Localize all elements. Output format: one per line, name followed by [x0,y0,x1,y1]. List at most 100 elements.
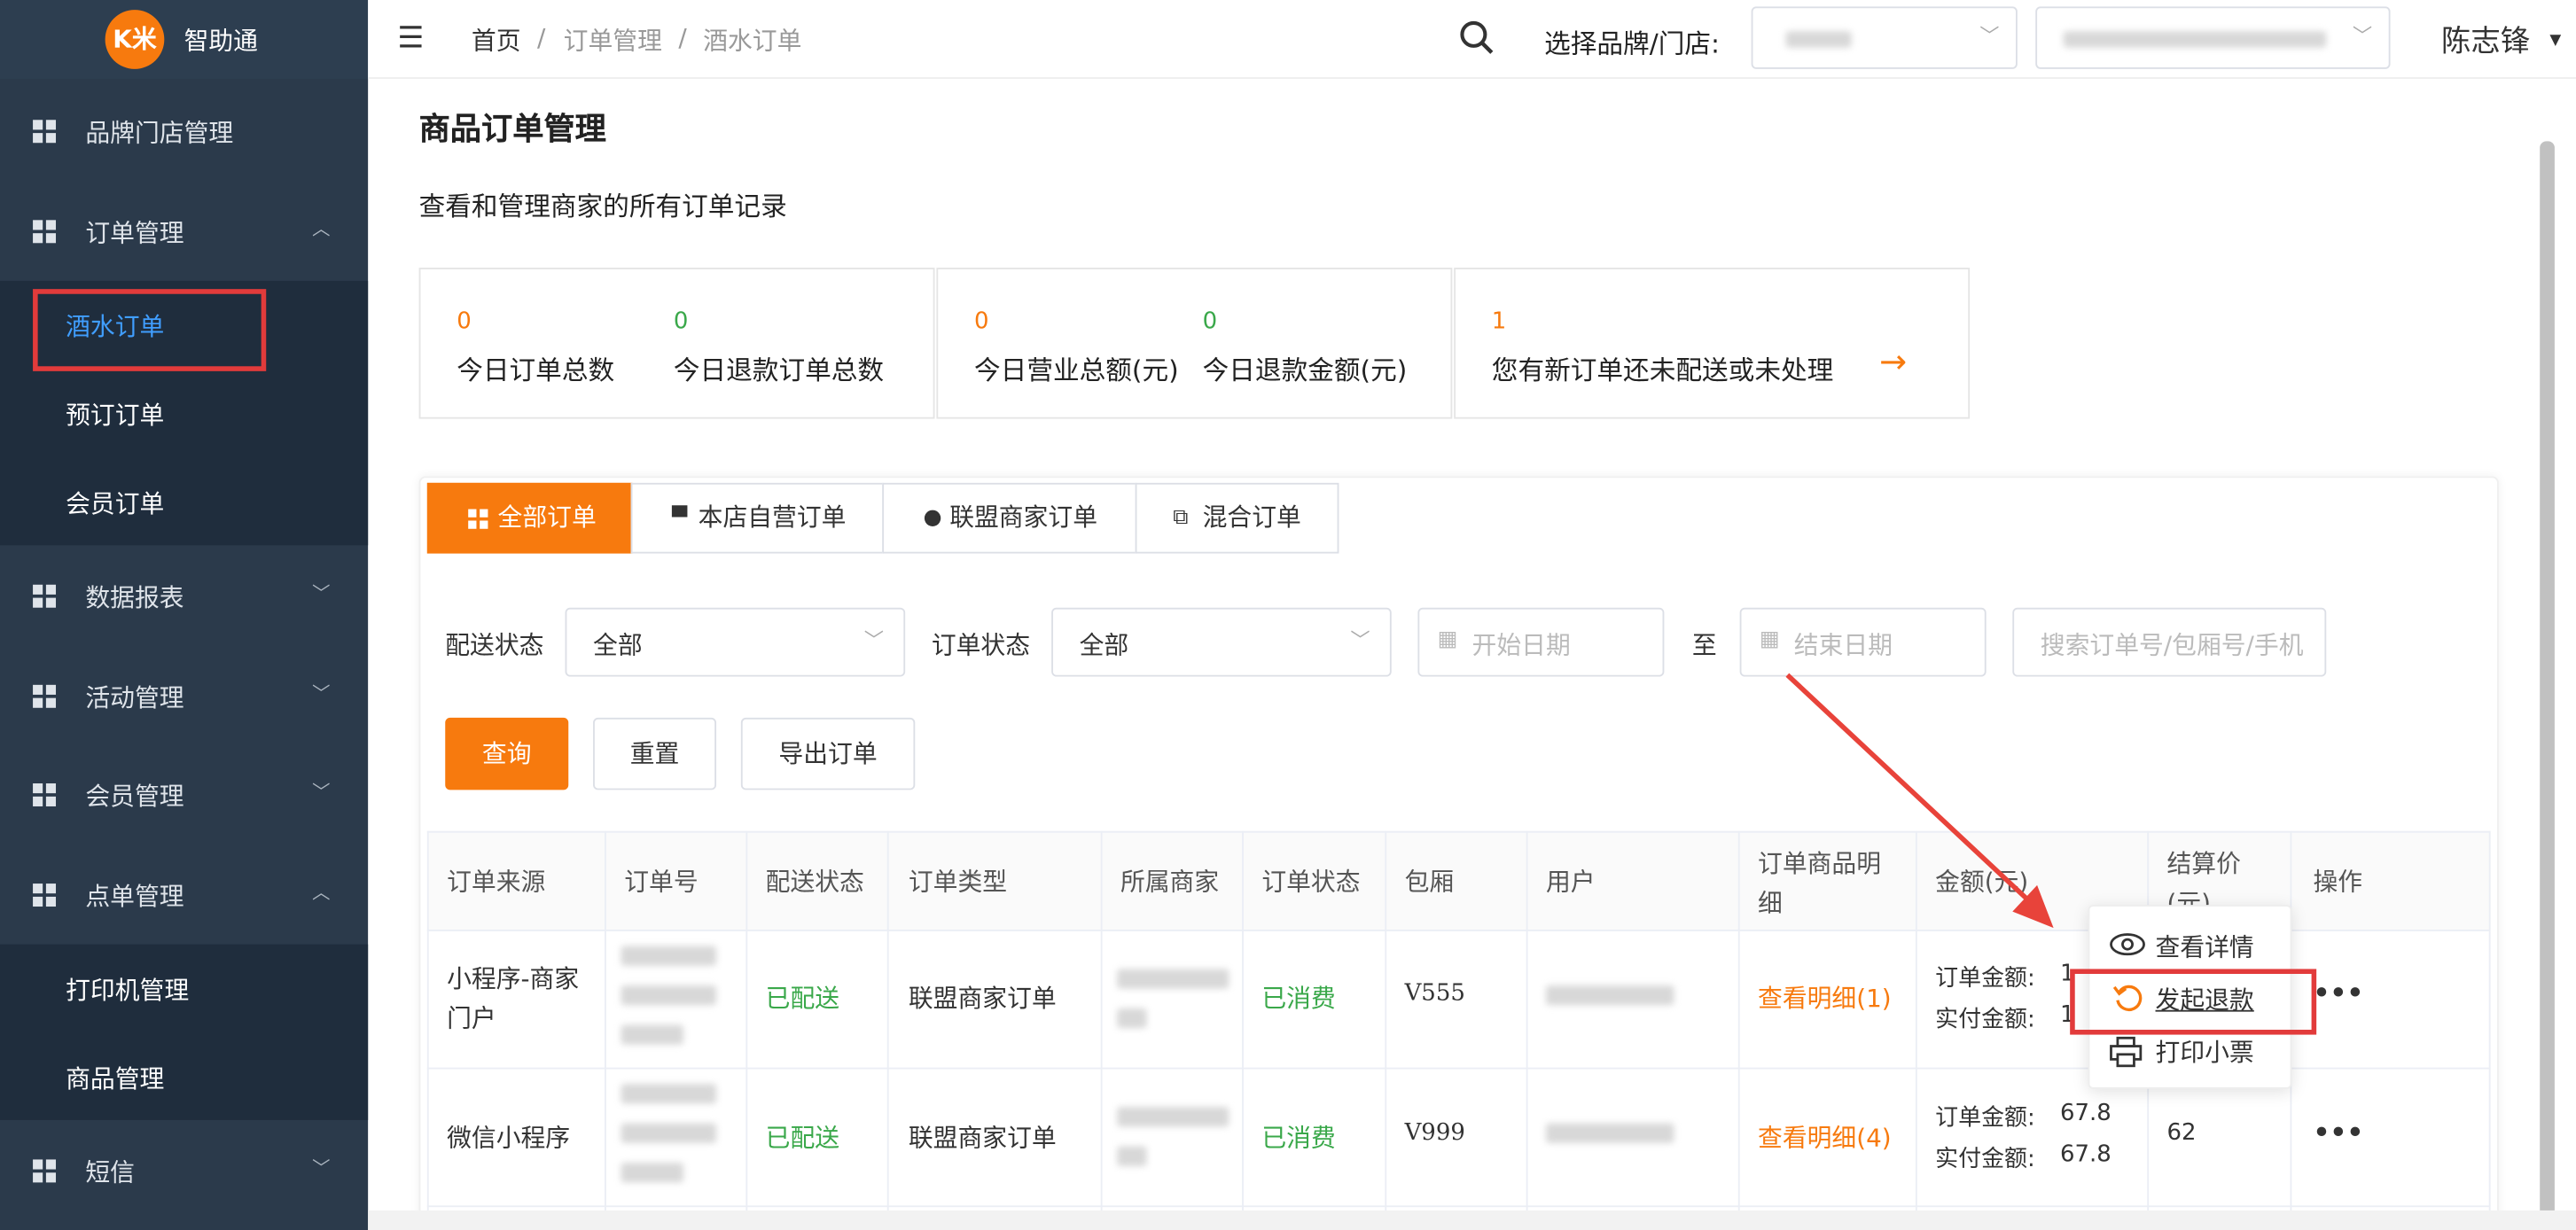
column-header: 订单类型 [908,867,1008,897]
printer-icon [2110,1036,2143,1068]
search-icon[interactable] [1459,19,1495,56]
grid-icon [33,1159,57,1183]
sidebar-item-reservation-orders[interactable]: 预订订单 [66,397,164,432]
sidebar-item-activities[interactable]: 活动管理 ﹀ [0,647,368,745]
tab-mixed[interactable]: ⧉ 混合订单 [1135,482,1339,554]
grid-icon [33,120,57,144]
tab-label: 混合订单 [1202,502,1301,533]
amount-label: 订单金额: [1935,965,2035,993]
annotation-arrow [1785,673,2054,929]
column-header: 包厢 [1404,867,1455,897]
tab-all-orders[interactable]: 全部订单 [426,482,633,554]
query-button[interactable]: 查询 [445,717,569,790]
tab-label: 本店自营订单 [698,502,847,533]
chevron-down-icon: ﹀ [863,628,885,652]
stat-card-pending[interactable]: 1 您有新订单还未配送或未处理 → [1454,268,1971,419]
stat-label: 您有新订单还未配送或未处理 [1491,354,1834,386]
placeholder: 结束日期 [1793,630,1893,661]
chevron-down-icon: ﹀ [1979,24,2000,48]
placeholder: 开始日期 [1471,630,1571,661]
order-status-select[interactable]: 全部 ﹀ [1051,607,1392,677]
chevron-down-icon: ﹀ [312,782,331,804]
sidebar-item-members[interactable]: 会员管理 ﹀ [0,745,368,844]
column-header: 配送状态 [765,867,864,897]
stat-value: 0 [1202,308,1218,336]
paid-label: 实付金额: [1935,1146,2035,1173]
sidebar-item-label: 数据报表 [85,582,184,613]
paid-value: 67.8 [2060,1141,2112,1168]
sidebar-item-label: 活动管理 [85,682,184,713]
settle-price: 62 [2166,1119,2197,1147]
column-header: 订单号 [624,867,699,897]
tab-label: 全部订单 [497,502,597,533]
sidebar-item-label: 订单管理 [85,218,184,248]
sidebar-item-label: 品牌门店管理 [85,118,234,148]
breadcrumb-current: 酒水订单 [703,26,802,57]
select-value: 全部 [593,630,643,661]
sidebar-item-products[interactable]: 商品管理 [66,1061,164,1095]
column-header: 用户 [1545,867,1596,897]
sidebar-item-member-orders[interactable]: 会员订单 [66,487,164,521]
grid-icon [33,783,57,806]
room-number: V999 [1404,1119,1465,1147]
sidebar-item-printer[interactable]: 打印机管理 [66,972,189,1007]
reset-button[interactable]: 重置 [593,717,717,790]
vertical-scrollbar[interactable] [2540,141,2555,1226]
sidebar-item-reports[interactable]: 数据报表 ﹀ [0,547,368,645]
calendar-icon: ▦ [1759,627,1780,652]
sidebar-item-label: 会员管理 [85,782,184,812]
placeholder: 搜索订单号/包厢号/手机 [2040,630,2304,661]
grid-icon [468,509,488,529]
copy-icon: ⧉ [1173,505,1189,531]
start-date-input[interactable]: ▦ 开始日期 [1417,607,1665,677]
order-type: 联盟商家订单 [908,984,1057,1014]
sidebar-item-order-management[interactable]: 订单管理 ︿ [0,183,368,281]
app-name: 智助通 [183,26,258,57]
menu-toggle-icon[interactable]: ☰ [397,21,424,56]
column-header: 操作 [2313,867,2363,897]
arrow-right-icon[interactable]: → [1879,341,1907,380]
store-select[interactable]: ﹀ [2035,6,2391,69]
breadcrumb-home[interactable]: 首页 [472,23,521,58]
grid-icon [33,684,57,708]
breadcrumb-orders[interactable]: 订单管理 [564,23,662,58]
view-detail-link[interactable]: 查看明细(4) [1758,1120,1892,1155]
more-icon[interactable]: ••• [2313,1117,2363,1148]
grid-icon [33,884,57,907]
horizontal-scrollbar[interactable] [368,1210,2576,1230]
tab-self-operated[interactable]: ▀ 本店自营订单 [630,482,885,554]
stat-value: 0 [457,308,472,336]
user-name[interactable]: 陈志锋 [2441,18,2530,60]
tab-alliance-merchant[interactable]: ● 联盟商家订单 [882,482,1137,554]
sidebar-item-dish-management[interactable]: 点单管理 ︿ [0,845,368,944]
amount-value: 67.8 [2060,1100,2112,1127]
chevron-up-icon: ︿ [312,882,331,904]
stat-value: 1 [1491,308,1507,336]
paid-label: 实付金额: [1935,1007,2035,1033]
sidebar-item-sms[interactable]: 短信 ﹀ [0,1122,368,1220]
chevron-down-icon: ﹀ [1350,628,1370,652]
sidebar-item-brand-store[interactable]: 品牌门店管理 [0,82,368,181]
breadcrumb-separator: / [678,22,687,53]
highlight-box [33,289,267,371]
sidebar: K米 智助通 品牌门店管理 订单管理 ︿ 酒水订单 预订订单 会员订单 数据报表… [0,0,369,1230]
user-icon: ● [923,505,942,531]
stat-value: 0 [974,308,989,336]
more-icon[interactable]: ••• [2313,977,2363,1008]
brand-select[interactable]: ﹀ [1751,6,2018,69]
caret-down-icon[interactable]: ▼ [2549,33,2561,50]
chevron-down-icon: ﹀ [312,582,331,605]
view-detail-link[interactable]: 查看明细(1) [1758,980,1892,1015]
stat-card-revenue: 0 今日营业总额(元) 0 今日退款金额(元) [936,268,1453,419]
view-detail-action[interactable]: 查看详情 [2156,930,2254,964]
export-button[interactable]: 导出订单 [740,717,916,790]
stat-value: 0 [673,308,689,336]
dish-submenu [0,944,369,1120]
grid-icon [33,584,57,608]
sidebar-item-label: 点单管理 [85,882,184,912]
delivery-status-select[interactable]: 全部 ﹀ [565,607,906,677]
order-source: 小程序-商家门户 [447,963,580,1033]
room-number: V555 [1404,980,1465,1008]
grid-icon [33,220,57,244]
print-receipt-action[interactable]: 打印小票 [2156,1035,2254,1070]
